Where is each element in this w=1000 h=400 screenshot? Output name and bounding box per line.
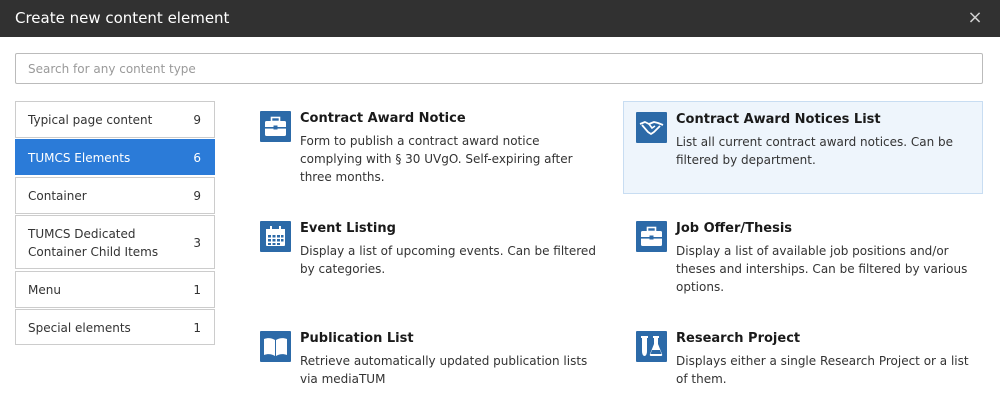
item-title: Contract Award Notice <box>300 111 466 126</box>
item-description: Displays either a single Research Projec… <box>676 354 969 386</box>
category-count: 3 <box>193 236 201 250</box>
category-special-elements[interactable]: Special elements 1 <box>15 309 215 345</box>
handshake-icon <box>636 112 667 143</box>
category-label: Menu <box>28 283 61 297</box>
item-title: Publication List <box>300 331 414 346</box>
item-description: Retrieve automatically updated publicati… <box>300 354 588 386</box>
briefcase-icon <box>636 221 667 252</box>
item-job-offer-thesis[interactable]: Job Offer/Thesis Display a list of avail… <box>626 212 981 304</box>
new-content-element-dialog: Create new content element × Typical pag… <box>0 0 1000 400</box>
category-menu[interactable]: Menu 1 <box>15 271 215 308</box>
category-tumcs-elements[interactable]: TUMCS Elements 6 <box>15 139 215 175</box>
item-title: Research Project <box>676 331 801 346</box>
dialog-header: Create new content element × <box>0 0 1000 37</box>
category-label: Special elements <box>28 321 131 335</box>
item-contract-award-notices-list[interactable]: Contract Award Notices List List all cur… <box>623 101 983 194</box>
briefcase-icon <box>260 111 291 142</box>
category-label: TUMCS Dedicated Container Child Items <box>28 227 159 259</box>
category-label: Typical page content <box>28 113 153 127</box>
search-input[interactable] <box>15 53 983 84</box>
category-tumcs-dedicated-container-child-items[interactable]: TUMCS Dedicated Container Child Items 3 <box>15 215 215 269</box>
flask-icon <box>636 331 667 362</box>
category-count: 1 <box>193 321 201 335</box>
category-count: 9 <box>193 113 201 127</box>
item-publication-list[interactable]: Publication List Retrieve automatically … <box>250 322 605 400</box>
category-count: 1 <box>193 283 201 297</box>
item-event-listing[interactable]: Event Listing Display a list of upcoming… <box>250 212 605 304</box>
item-title: Event Listing <box>300 221 396 236</box>
calendar-icon <box>260 221 291 252</box>
item-title: Job Offer/Thesis <box>676 221 793 236</box>
item-description: List all current contract award notices.… <box>676 135 954 167</box>
item-description: Display a list of upcoming events. Can b… <box>300 244 596 276</box>
item-contract-award-notice[interactable]: Contract Award Notice Form to publish a … <box>250 102 605 194</box>
category-label: TUMCS Elements <box>28 151 131 165</box>
category-count: 9 <box>193 189 201 203</box>
category-container[interactable]: Container 9 <box>15 177 215 214</box>
dialog-title: Create new content element <box>15 9 230 27</box>
category-label: Container <box>28 189 87 203</box>
item-description: Form to publish a contract award notice … <box>300 134 573 184</box>
item-description: Display a list of available job position… <box>676 244 968 294</box>
item-title: Contract Award Notices List <box>676 112 881 127</box>
category-count: 6 <box>193 151 201 165</box>
item-research-project[interactable]: Research Project Displays either a singl… <box>626 322 981 400</box>
category-typical-page-content[interactable]: Typical page content 9 <box>15 101 215 138</box>
book-icon <box>260 331 291 362</box>
close-button[interactable]: × <box>966 8 984 28</box>
